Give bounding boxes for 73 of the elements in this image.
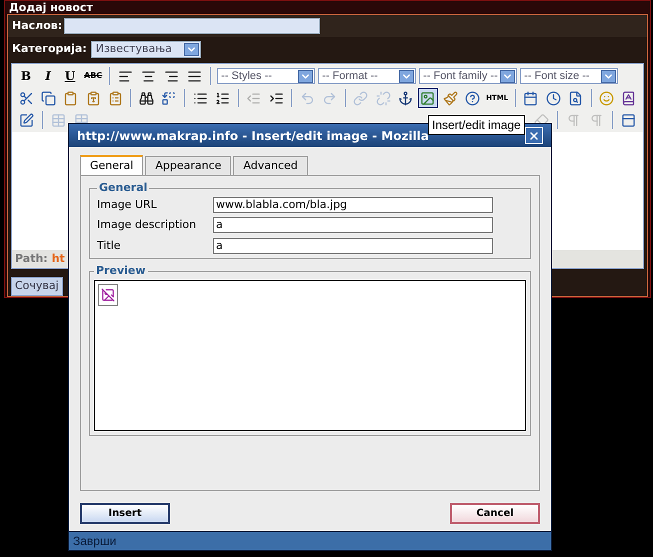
replace-icon (161, 90, 176, 106)
paste-word-icon (108, 90, 123, 106)
dialog-tab[interactable]: General (80, 155, 144, 175)
redo-icon (322, 90, 338, 106)
layout-icon (621, 112, 636, 128)
help-icon (464, 90, 480, 106)
title-field[interactable] (64, 18, 320, 34)
align-right-icon (164, 68, 180, 84)
save-button[interactable]: Сочувај (11, 276, 63, 296)
toolbar-select[interactable]: -- Font family -- (419, 68, 518, 84)
dropdown-icon (298, 70, 314, 82)
toolbar-select[interactable]: -- Format -- (318, 68, 416, 84)
field-label: Image URL (97, 196, 158, 212)
clock-icon (546, 90, 561, 106)
outdent-icon (246, 90, 262, 106)
paste-text-icon (86, 90, 101, 106)
dictionary-icon (621, 90, 636, 106)
paste-icon (63, 90, 78, 106)
align-justify-icon (187, 68, 202, 84)
bullet-list-icon (192, 90, 208, 106)
image-button[interactable] (418, 88, 438, 108)
dropdown-icon (399, 70, 414, 82)
link-icon (353, 90, 368, 106)
undo-icon (300, 90, 315, 106)
toolbar-select[interactable]: -- Styles -- (217, 68, 316, 84)
text-field[interactable]: a (213, 217, 493, 234)
format-button[interactable]: U (60, 66, 80, 86)
align-left-icon (118, 68, 134, 84)
numbered-list-icon (214, 90, 230, 106)
pilcrow-icon (589, 112, 604, 128)
preview-icon (568, 90, 583, 106)
category-select[interactable]: Известувања (90, 40, 201, 58)
path-label: Path: (15, 250, 48, 267)
anchor-icon (398, 90, 413, 106)
table-icon (51, 112, 66, 128)
unlink-icon (376, 90, 391, 106)
field-label: Категорија: (12, 40, 87, 57)
smiley-icon (599, 90, 614, 106)
group-legend: Preview (94, 263, 148, 280)
text-field[interactable]: www.blabla.com/bla.jpg (213, 196, 493, 213)
toolbar-select[interactable]: -- Font size -- (520, 68, 618, 84)
calendar-icon (523, 90, 538, 106)
page-title: Додај новост (8, 1, 94, 14)
scissors-icon (18, 90, 34, 106)
close-icon (528, 130, 540, 142)
copy-icon (40, 90, 56, 106)
dialog-title: http://www.makrap.info - Insert/edit image - Mozilla (77, 128, 429, 144)
brush-icon (442, 90, 458, 106)
dropdown-icon (601, 70, 616, 82)
insert-button[interactable]: Insert (80, 503, 170, 524)
pilcrow-icon (566, 112, 581, 128)
format-button[interactable]: I (38, 66, 58, 86)
binoculars-icon (139, 90, 154, 106)
status-text: Заврши (73, 533, 116, 550)
field-label: Image description (97, 217, 198, 233)
dialog-tab[interactable]: Advanced (233, 156, 308, 175)
field-label: Наслов: (12, 18, 62, 34)
field-label: Title (97, 238, 122, 254)
image-icon (420, 90, 436, 106)
cancel-button[interactable]: Cancel (450, 503, 540, 524)
edit-icon (19, 112, 34, 128)
format-button[interactable]: ABC (82, 66, 104, 86)
image-tooltip: Insert/edit image (428, 115, 525, 135)
group-legend: General (97, 180, 150, 196)
align-center-icon (141, 68, 156, 84)
text-field[interactable]: a (213, 238, 493, 254)
dropdown-icon (500, 70, 516, 82)
format-button[interactable]: B (16, 66, 36, 86)
close-button[interactable] (525, 127, 543, 144)
indent-icon (268, 90, 284, 106)
broken-image-icon (98, 284, 118, 306)
dropdown-icon (184, 42, 199, 56)
dialog-tab[interactable]: Appearance (145, 156, 232, 175)
